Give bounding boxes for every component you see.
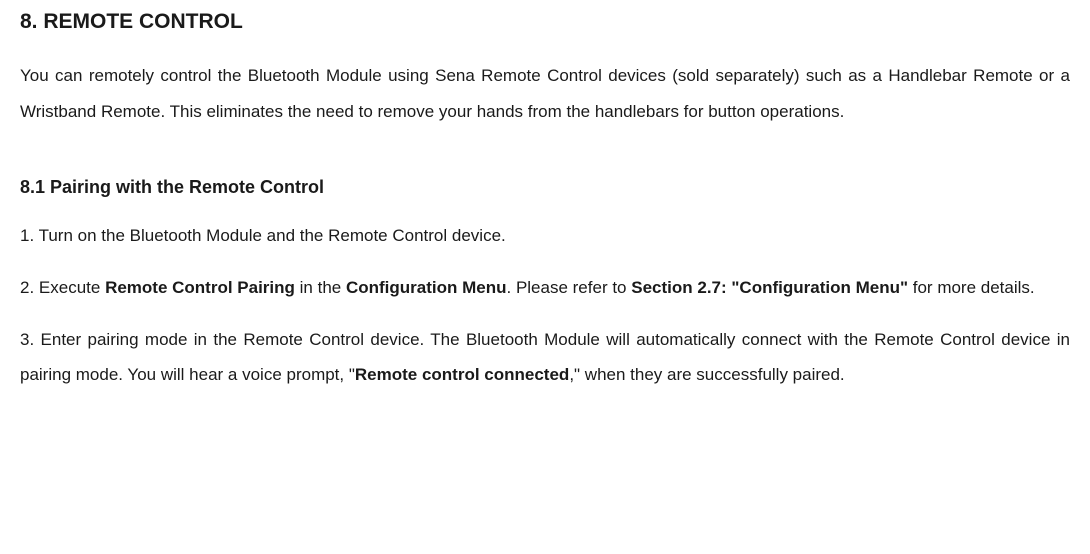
step-3: 3. Enter pairing mode in the Remote Cont… (20, 322, 1070, 393)
intro-paragraph: You can remotely control the Bluetooth M… (20, 58, 1070, 129)
step-2-text-4: for more details. (908, 278, 1035, 297)
step-2-bold-3: Section 2.7: "Configuration Menu" (631, 278, 908, 297)
step-2: 2. Execute Remote Control Pairing in the… (20, 270, 1070, 306)
step-2-text-1: 2. Execute (20, 278, 105, 297)
step-3-text-2: ," when they are successfully paired. (569, 365, 844, 384)
step-2-bold-1: Remote Control Pairing (105, 278, 295, 297)
step-3-bold-1: Remote control connected (355, 365, 569, 384)
step-2-text-2: in the (295, 278, 346, 297)
step-2-text-3: . Please refer to (507, 278, 632, 297)
subsection-title: 8.1 Pairing with the Remote Control (20, 177, 1070, 198)
step-2-bold-2: Configuration Menu (346, 278, 507, 297)
step-1: 1. Turn on the Bluetooth Module and the … (20, 218, 1070, 254)
section-title: 8. REMOTE CONTROL (20, 10, 1070, 34)
